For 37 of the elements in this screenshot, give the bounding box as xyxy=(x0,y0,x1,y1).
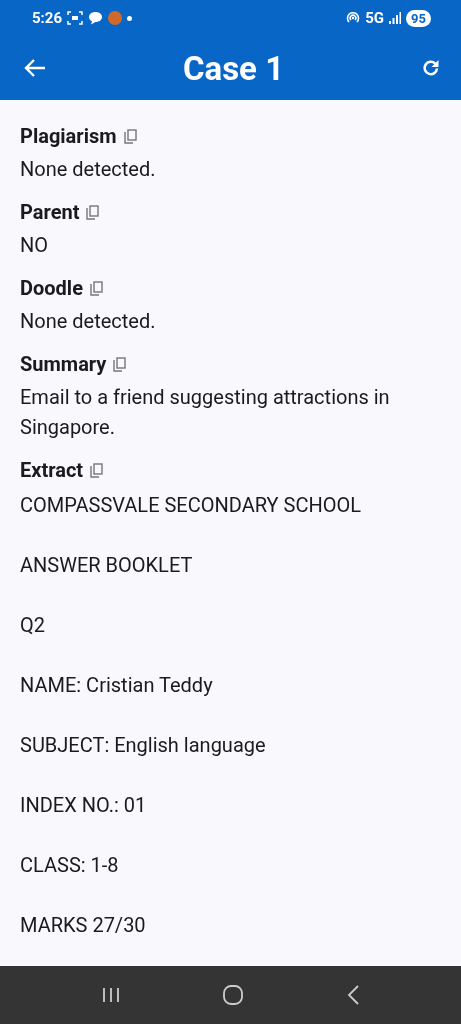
screenshot-icon xyxy=(67,11,84,25)
extract-line: COMPASSVALE SECONDARY SCHOOL xyxy=(20,492,362,519)
app-avatar-icon xyxy=(108,11,123,25)
hotspot-icon xyxy=(346,11,361,25)
home-icon[interactable] xyxy=(223,985,244,1005)
refresh-icon[interactable] xyxy=(421,58,441,78)
field-value: None detected. xyxy=(20,308,157,335)
field-label: Doodle xyxy=(20,276,83,300)
signal-icon xyxy=(389,12,402,24)
field-label: Parent xyxy=(20,200,80,224)
battery-level: 95 xyxy=(406,9,431,27)
extract-line: NAME: Cristian Teddy xyxy=(20,672,214,699)
field-label: Plagiarism xyxy=(20,124,117,148)
chat-bubble-icon xyxy=(88,11,104,25)
recent-apps-icon[interactable] xyxy=(101,987,120,1003)
extract-line: ANSWER BOOKLET xyxy=(20,552,194,579)
field-label: Summary xyxy=(20,352,107,376)
field-value: Email to a friend suggesting attractions in Singapore. xyxy=(20,384,391,441)
extract-line: MARKS 27/30 xyxy=(20,912,147,939)
status-time: 5:26 xyxy=(32,9,63,27)
back-icon[interactable] xyxy=(347,985,360,1005)
screen-title: Case 1 xyxy=(182,48,285,88)
extract-line: INDEX NO.: 01 xyxy=(20,792,148,819)
extract-line: Q2 xyxy=(20,612,46,639)
extract-line: CLASS: 1-8 xyxy=(20,852,120,879)
copy-icon[interactable] xyxy=(86,204,100,220)
copy-icon[interactable] xyxy=(90,462,104,478)
extract-line: SUBJECT: English language xyxy=(20,732,267,759)
field-value: NO xyxy=(20,232,50,259)
back-arrow-icon[interactable] xyxy=(24,58,46,78)
notification-dot-icon xyxy=(127,15,133,21)
field-label: Extract xyxy=(20,458,84,482)
network-type: 5G xyxy=(365,9,385,27)
copy-icon[interactable] xyxy=(89,280,103,296)
field-value: None detected. xyxy=(20,156,157,183)
copy-icon[interactable] xyxy=(123,128,137,144)
copy-icon[interactable] xyxy=(113,356,127,372)
